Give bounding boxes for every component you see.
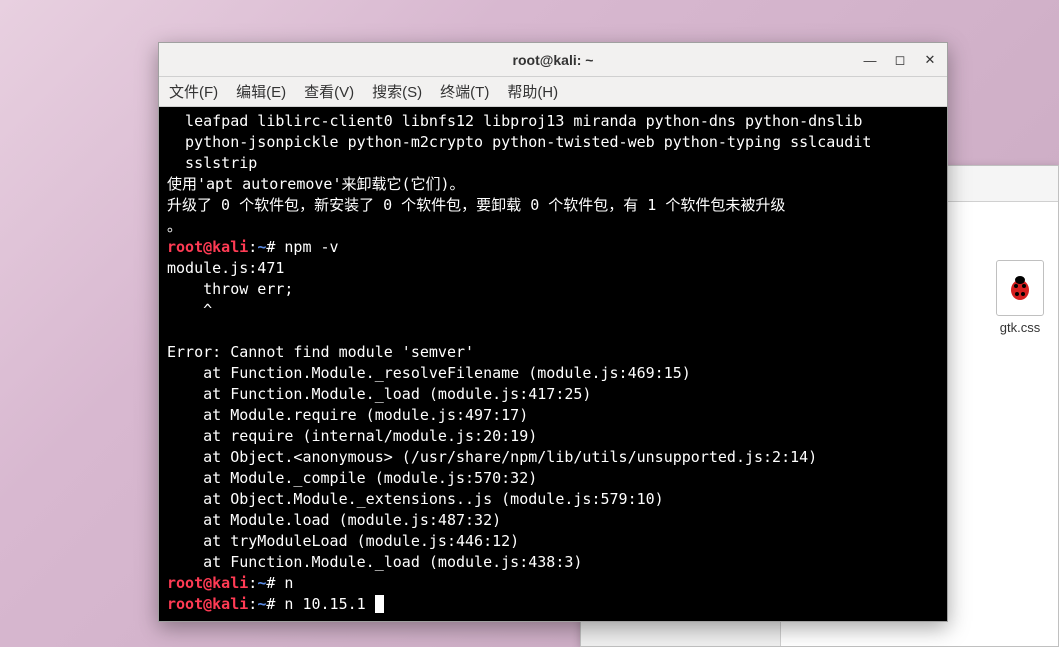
term-line: at Function.Module._resolveFilename (mod… <box>167 364 691 382</box>
term-line: 。 <box>167 217 182 235</box>
bug-icon <box>1004 272 1036 304</box>
terminal-menubar: 文件(F) 编辑(E) 查看(V) 搜索(S) 终端(T) 帮助(H) <box>159 77 947 107</box>
term-line: at Module.require (module.js:497:17) <box>167 406 528 424</box>
prompt-cmd: # n <box>266 574 293 592</box>
term-line: at Object.<anonymous> (/usr/share/npm/li… <box>167 448 817 466</box>
menu-help[interactable]: 帮助(H) <box>507 81 558 102</box>
prompt-cmd: # n 10.15.1 <box>266 595 374 613</box>
prompt-user: root@kali <box>167 238 248 256</box>
menu-terminal[interactable]: 终端(T) <box>440 81 489 102</box>
window-controls: — ◻ ✕ <box>859 49 941 71</box>
prompt-user: root@kali <box>167 574 248 592</box>
term-line: sslstrip <box>167 154 257 172</box>
maximize-button[interactable]: ◻ <box>889 49 911 71</box>
term-line: at Object.Module._extensions..js (module… <box>167 490 664 508</box>
term-line: throw err; <box>167 280 293 298</box>
prompt-user: root@kali <box>167 595 248 613</box>
term-line: at Function.Module._load (module.js:417:… <box>167 385 591 403</box>
prompt-path: ~ <box>257 595 266 613</box>
term-line: leafpad liblirc-client0 libnfs12 libproj… <box>167 112 862 130</box>
term-line: at Module._compile (module.js:570:32) <box>167 469 537 487</box>
prompt-cmd: # npm -v <box>266 238 338 256</box>
term-line: at Module.load (module.js:487:32) <box>167 511 501 529</box>
term-line: at tryModuleLoad (module.js:446:12) <box>167 532 519 550</box>
terminal-window[interactable]: root@kali: ~ — ◻ ✕ 文件(F) 编辑(E) 查看(V) 搜索(… <box>158 42 948 622</box>
desktop-file-gtkcss[interactable]: gtk.css <box>989 260 1051 335</box>
term-line: 升级了 0 个软件包，新安装了 0 个软件包，要卸载 0 个软件包，有 1 个软… <box>167 196 785 214</box>
terminal-titlebar[interactable]: root@kali: ~ — ◻ ✕ <box>159 43 947 77</box>
terminal-body[interactable]: leafpad liblirc-client0 libnfs12 libproj… <box>159 107 947 621</box>
prompt-path: ~ <box>257 574 266 592</box>
term-line: at Function.Module._load (module.js:438:… <box>167 553 582 571</box>
terminal-cursor <box>375 595 384 613</box>
term-line: ^ <box>167 301 212 319</box>
file-label: gtk.css <box>989 320 1051 335</box>
term-line: python-jsonpickle python-m2crypto python… <box>167 133 871 151</box>
term-line: at require (internal/module.js:20:19) <box>167 427 537 445</box>
menu-file[interactable]: 文件(F) <box>169 81 218 102</box>
term-line: Error: Cannot find module 'semver' <box>167 343 474 361</box>
menu-edit[interactable]: 编辑(E) <box>236 81 286 102</box>
menu-view[interactable]: 查看(V) <box>304 81 354 102</box>
file-icon <box>996 260 1044 316</box>
prompt-path: ~ <box>257 238 266 256</box>
term-line: module.js:471 <box>167 259 284 277</box>
close-button[interactable]: ✕ <box>919 49 941 71</box>
minimize-button[interactable]: — <box>859 49 881 71</box>
terminal-title: root@kali: ~ <box>159 52 947 68</box>
term-line: 使用'apt autoremove'来卸载它(它们)。 <box>167 175 465 193</box>
menu-search[interactable]: 搜索(S) <box>372 81 422 102</box>
